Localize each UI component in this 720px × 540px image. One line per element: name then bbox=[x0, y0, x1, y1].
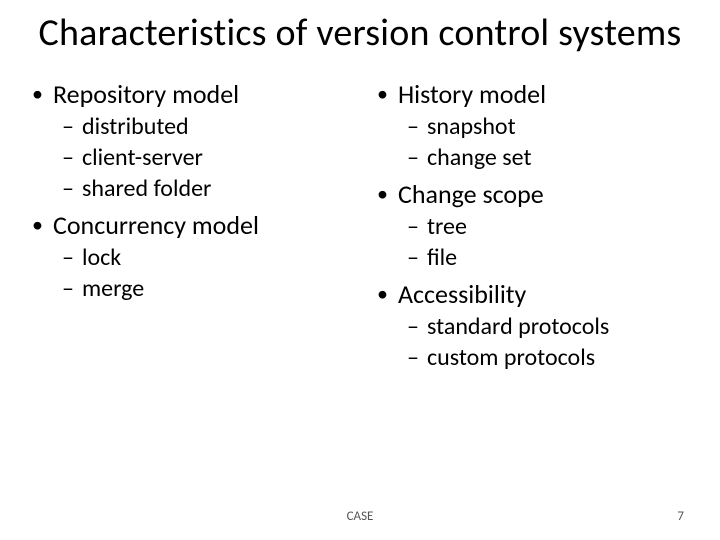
sub-bullet-label: lock bbox=[82, 243, 121, 272]
sub-bullet: merge bbox=[62, 274, 351, 303]
sub-bullet: shared folder bbox=[62, 174, 351, 203]
bullet-label: Accessibility bbox=[398, 278, 526, 310]
sub-bullet: file bbox=[407, 243, 696, 272]
bullet-group: Accessibility standard protocols custom … bbox=[369, 278, 696, 372]
slide: Characteristics of version control syste… bbox=[0, 0, 720, 540]
sub-bullet: lock bbox=[62, 243, 351, 272]
footer-center-text: CASE bbox=[347, 509, 374, 524]
bullet-repository-model: Repository model bbox=[32, 78, 351, 110]
sub-bullet-label: tree bbox=[427, 212, 467, 241]
bullet-change-scope: Change scope bbox=[377, 178, 696, 210]
bullet-accessibility: Accessibility bbox=[377, 278, 696, 310]
right-column: History model snapshot change set Change… bbox=[369, 74, 696, 378]
sub-bullet-label: snapshot bbox=[427, 112, 516, 141]
page-number: 7 bbox=[677, 509, 684, 524]
sub-bullet: standard protocols bbox=[407, 312, 696, 341]
sub-bullet: custom protocols bbox=[407, 343, 696, 372]
bullet-group: Concurrency model lock merge bbox=[24, 209, 351, 303]
sub-bullet: tree bbox=[407, 212, 696, 241]
bullet-concurrency-model: Concurrency model bbox=[32, 209, 351, 241]
bullet-label: Repository model bbox=[53, 78, 239, 110]
sub-bullet-label: change set bbox=[427, 143, 532, 172]
bullet-label: Concurrency model bbox=[53, 209, 259, 241]
sub-bullet-label: client-server bbox=[82, 143, 203, 172]
left-column: Repository model distributed client-serv… bbox=[24, 74, 351, 378]
sub-bullet: snapshot bbox=[407, 112, 696, 141]
sub-bullet-label: file bbox=[427, 243, 457, 272]
sub-bullet-label: merge bbox=[82, 274, 144, 303]
content-columns: Repository model distributed client-serv… bbox=[24, 74, 696, 378]
bullet-history-model: History model bbox=[377, 78, 696, 110]
slide-title: Characteristics of version control syste… bbox=[24, 12, 696, 56]
sub-bullet-label: distributed bbox=[82, 112, 189, 141]
bullet-group: Change scope tree file bbox=[369, 178, 696, 272]
sub-bullet: change set bbox=[407, 143, 696, 172]
sub-bullet: distributed bbox=[62, 112, 351, 141]
sub-bullet-label: standard protocols bbox=[427, 312, 609, 341]
sub-bullet-label: shared folder bbox=[82, 174, 211, 203]
bullet-group: Repository model distributed client-serv… bbox=[24, 78, 351, 203]
bullet-label: History model bbox=[398, 78, 546, 110]
sub-bullet-label: custom protocols bbox=[427, 343, 595, 372]
bullet-label: Change scope bbox=[398, 178, 544, 210]
bullet-group: History model snapshot change set bbox=[369, 78, 696, 172]
sub-bullet: client-server bbox=[62, 143, 351, 172]
slide-footer: CASE 7 bbox=[0, 509, 720, 524]
